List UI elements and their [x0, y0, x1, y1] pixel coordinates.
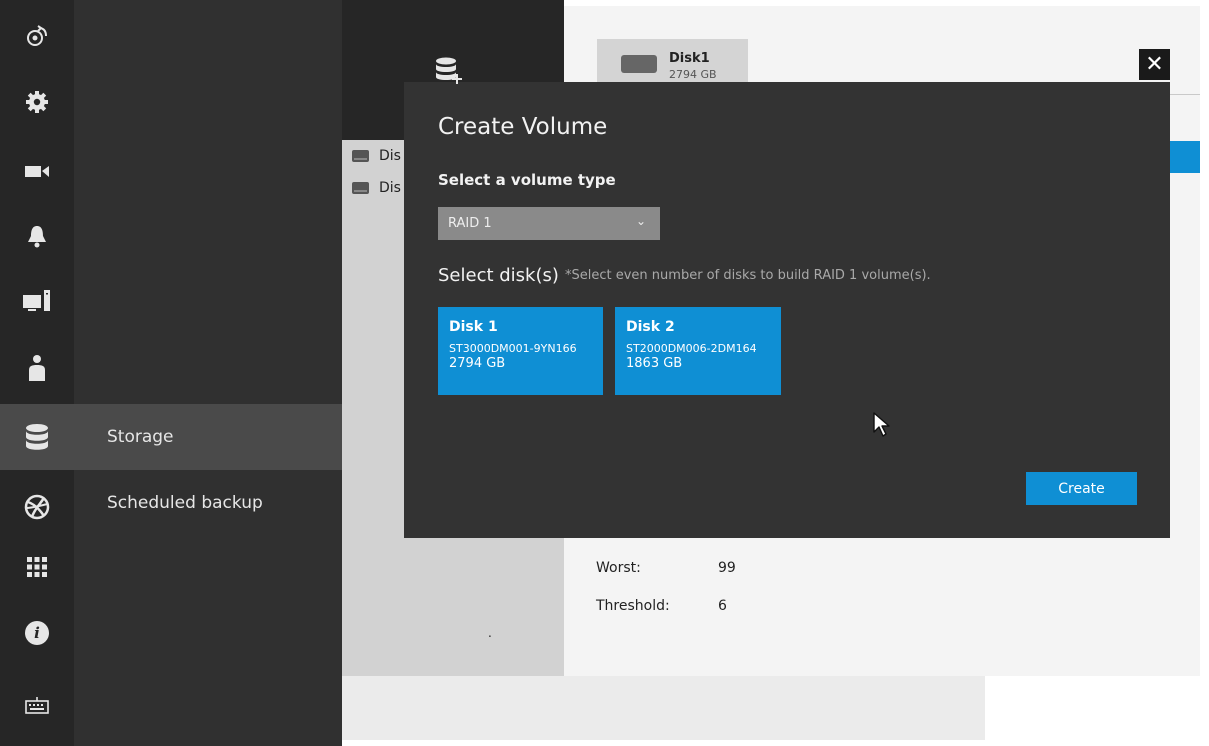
nav-item-scheduled-backup[interactable]: Scheduled backup	[74, 470, 342, 536]
info-icon[interactable]: i	[0, 600, 74, 666]
disk-size: 1863 GB	[626, 356, 683, 371]
action-button-edge[interactable]	[1170, 141, 1200, 173]
chevron-down-icon: ⌄	[636, 214, 647, 228]
database-icon[interactable]	[0, 404, 74, 470]
disk-card-1[interactable]: Disk 1 ST3000DM001-9YN166 2794 GB	[438, 307, 603, 395]
icon-rail: i	[0, 0, 74, 746]
disk-list-item-label: Dis	[379, 148, 401, 164]
content-footer	[342, 676, 985, 740]
dialog-title: Create Volume	[438, 114, 608, 140]
nav-item-label: Storage	[107, 427, 174, 447]
volume-type-label: Select a volume type	[438, 171, 616, 189]
info-glyph: i	[25, 621, 49, 645]
camera-icon[interactable]	[0, 138, 74, 204]
close-button[interactable]: ✕	[1139, 49, 1170, 80]
add-database-icon	[434, 55, 468, 87]
disk-model: ST2000DM006-2DM164	[626, 342, 757, 355]
disk-tab-name: Disk1	[669, 51, 710, 66]
hard-disk-icon	[352, 150, 369, 162]
disk-list-item[interactable]: Dis	[352, 146, 401, 166]
volume-type-select[interactable]: RAID 1	[438, 207, 660, 240]
gear-icon[interactable]	[0, 69, 74, 135]
globe-icon[interactable]	[0, 474, 74, 540]
disk-list-item[interactable]: Dis	[352, 178, 401, 198]
create-button[interactable]: Create	[1026, 472, 1137, 505]
nav-panel: Storage Scheduled backup	[74, 0, 342, 746]
disk-model: ST3000DM001-9YN166	[449, 342, 577, 355]
disk-tab[interactable]: Disk1 2794 GB	[597, 39, 748, 87]
remote-icon[interactable]	[0, 3, 74, 69]
bell-icon[interactable]	[0, 203, 74, 269]
detail-label-worst: Worst:	[596, 560, 641, 576]
stray-dot: .	[488, 626, 492, 640]
disk-name: Disk 1	[449, 319, 498, 335]
disk-tab-size: 2794 GB	[669, 68, 717, 81]
detail-value-threshold: 6	[718, 598, 727, 614]
nav-item-label: Scheduled backup	[107, 493, 263, 513]
mouse-cursor-icon	[872, 412, 892, 438]
nav-item-storage[interactable]: Storage	[74, 404, 342, 470]
detail-value-worst: 99	[718, 560, 736, 576]
disk-size: 2794 GB	[449, 356, 506, 371]
hard-disk-icon	[352, 182, 369, 194]
disk-name: Disk 2	[626, 319, 675, 335]
volume-type-value: RAID 1	[448, 216, 492, 231]
create-button-label: Create	[1058, 480, 1105, 497]
keyboard-icon[interactable]	[0, 672, 74, 738]
person-icon[interactable]	[0, 335, 74, 401]
close-icon: ✕	[1145, 52, 1164, 77]
disk-card-2[interactable]: Disk 2 ST2000DM006-2DM164 1863 GB	[615, 307, 781, 395]
detail-label-threshold: Threshold:	[596, 598, 670, 614]
select-disks-hint: *Select even number of disks to build RA…	[565, 268, 931, 283]
grid-icon[interactable]	[0, 534, 74, 600]
divider	[1168, 94, 1200, 95]
disk-list-item-label: Dis	[379, 180, 401, 196]
select-disks-label: Select disk(s)	[438, 265, 559, 286]
computer-icon[interactable]	[0, 268, 74, 334]
hard-disk-icon	[621, 55, 657, 73]
